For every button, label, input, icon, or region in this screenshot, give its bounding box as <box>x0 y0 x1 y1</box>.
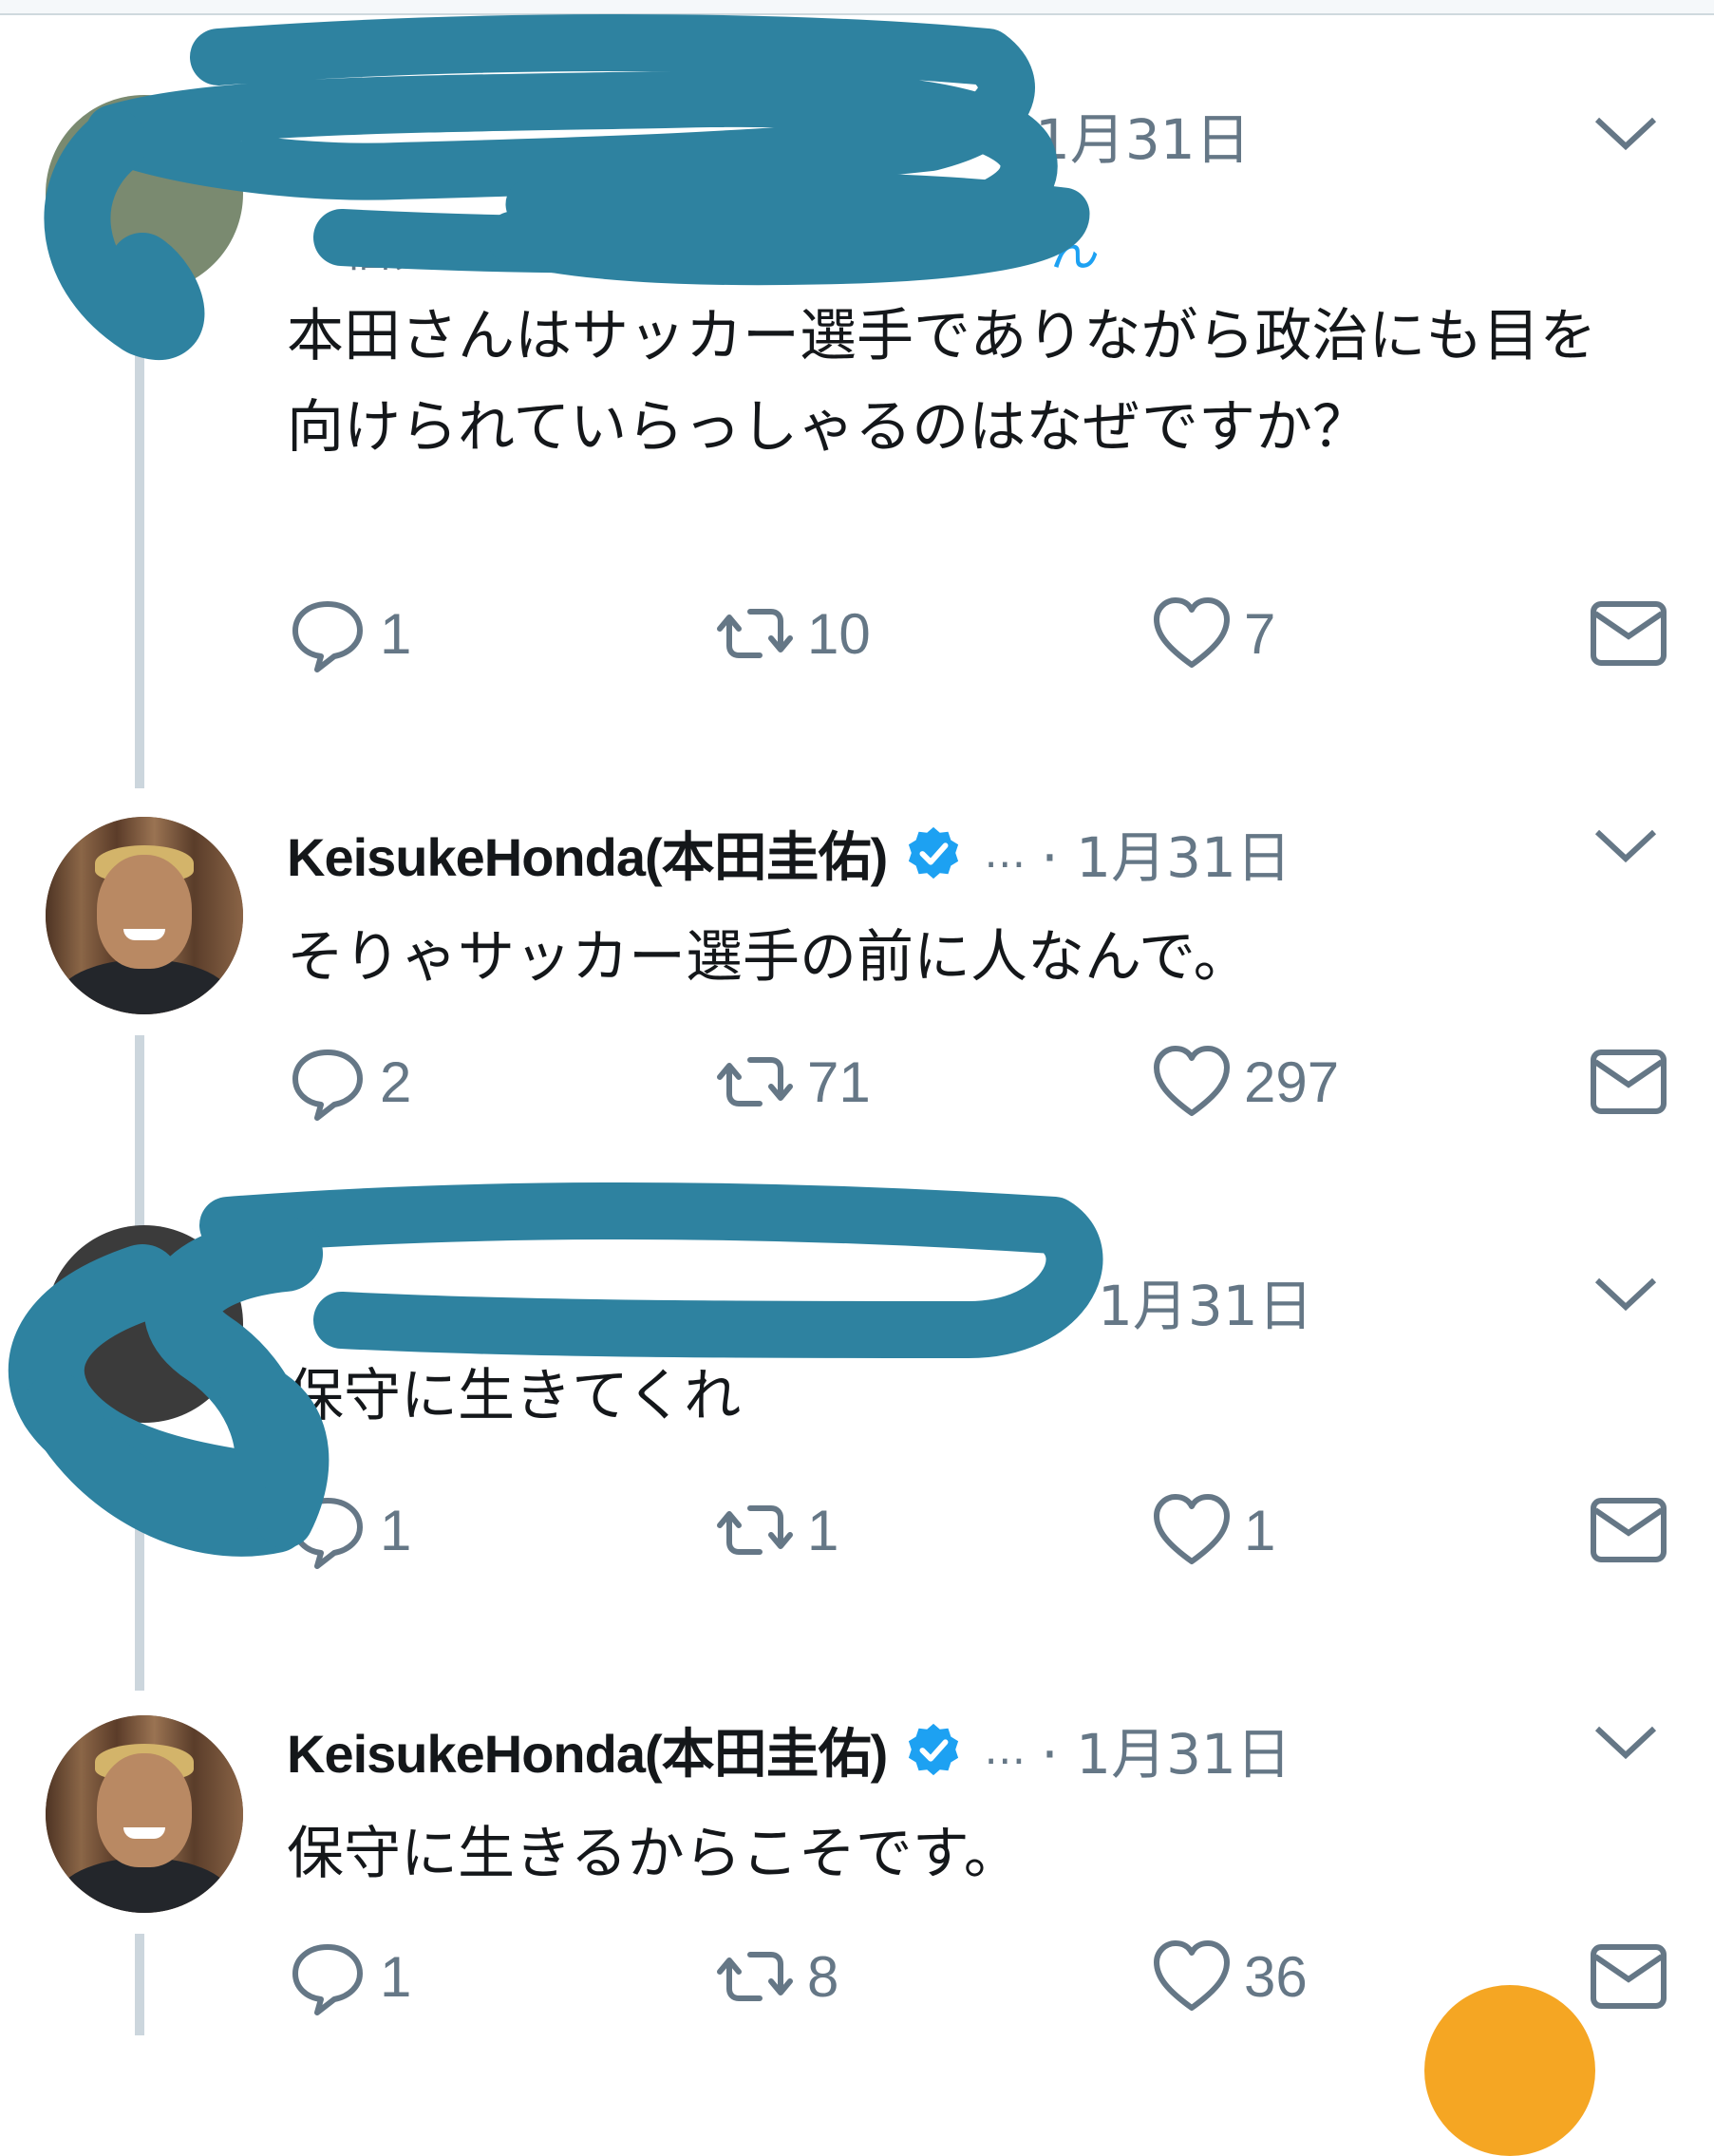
heart-icon <box>1154 1046 1230 1116</box>
tweet-date[interactable]: · 1月31日 <box>1041 813 1291 893</box>
avatar[interactable] <box>46 1225 243 1423</box>
tweet-text: 保守に生きてくれ <box>287 1363 742 1429</box>
like-button[interactable]: 297 <box>1149 1039 1339 1125</box>
retweet-count: 71 <box>807 1050 871 1114</box>
retweet-arrows-icon <box>717 1952 793 2001</box>
tweet-header: KeisukeHonda(本田圭佑) … · 1月31日 <box>287 815 1291 891</box>
chevron-down-icon[interactable] <box>1588 95 1664 171</box>
like-count: 1 <box>1244 1498 1276 1562</box>
speech-bubble-icon <box>292 1944 363 2015</box>
chevron-down-icon[interactable] <box>1588 1256 1664 1332</box>
tweet-actions: 1 1 1 <box>285 1487 1671 1573</box>
retweet-arrows-icon <box>717 1057 793 1106</box>
reply-button[interactable]: 2 <box>285 1039 411 1125</box>
retweet-button[interactable]: 71 <box>712 1039 871 1125</box>
heart-icon <box>1154 1940 1230 2011</box>
more-dots: … <box>984 1725 1027 1774</box>
tweet-date[interactable]: 1月31日 <box>1098 1263 1313 1339</box>
tweet-actions: 1 10 7 <box>285 591 1671 676</box>
retweet-button[interactable]: 10 <box>712 591 871 676</box>
dm-button[interactable] <box>1586 1934 1671 2019</box>
retweet-button[interactable]: 8 <box>712 1934 838 2019</box>
speech-bubble-icon <box>292 601 363 672</box>
avatar[interactable] <box>46 95 243 293</box>
thread-line <box>135 285 144 788</box>
thread-line <box>135 1934 144 2035</box>
replying-to: 信先 ん <box>287 209 1100 278</box>
dm-button[interactable] <box>1586 591 1671 676</box>
heart-icon <box>1154 597 1230 668</box>
replying-to-handle[interactable]: ん <box>1050 221 1100 278</box>
retweet-count: 8 <box>807 1944 839 2009</box>
reply-button[interactable]: 1 <box>285 1934 411 2019</box>
more-dots: … <box>984 828 1027 878</box>
reply-button[interactable]: 1 <box>285 1487 411 1573</box>
envelope-icon <box>1591 1050 1667 1114</box>
thread-line <box>135 1425 144 1691</box>
reply-button[interactable]: 1 <box>285 591 411 676</box>
verified-badge-icon <box>909 1723 959 1776</box>
tweet-text: そりゃサッカー選手の前に人なんで。 <box>287 924 1251 991</box>
tweet-text: 本田さんはサッカー選手でありながら政治にも目を向けられていらっしゃるのはなぜです… <box>287 303 1597 461</box>
like-button[interactable]: 36 <box>1149 1934 1308 2019</box>
like-button[interactable]: 7 <box>1149 591 1275 676</box>
retweet-count: 10 <box>807 601 871 666</box>
chevron-down-icon[interactable] <box>1588 807 1664 883</box>
avatar[interactable] <box>46 817 243 1014</box>
heart-icon <box>1154 1494 1230 1564</box>
reply-count: 1 <box>380 1944 412 2009</box>
envelope-icon <box>1591 601 1667 666</box>
tweet-date[interactable]: 1月31日 <box>1035 97 1251 173</box>
dm-button[interactable] <box>1586 1039 1671 1125</box>
tweet-text: 保守に生きるからこそです。 <box>287 1821 1021 1887</box>
tweet-actions: 2 71 297 <box>285 1039 1671 1125</box>
retweet-arrows-icon <box>717 1505 793 1555</box>
display-name[interactable]: KeisukeHonda(本田圭佑) <box>287 815 888 892</box>
tweet-date[interactable]: · 1月31日 <box>1041 1710 1291 1789</box>
tweet-header: KeisukeHonda(本田圭佑) … · 1月31日 <box>287 1712 1291 1787</box>
top-bar <box>0 0 1714 15</box>
dm-button[interactable] <box>1586 1487 1671 1573</box>
avatar[interactable] <box>46 1715 243 1913</box>
verified-badge-icon <box>909 826 959 879</box>
replying-to-label: 信先 <box>344 221 443 278</box>
speech-bubble-icon <box>292 1050 363 1121</box>
like-button[interactable]: 1 <box>1149 1487 1275 1573</box>
display-name[interactable]: KeisukeHonda(本田圭佑) <box>287 1712 888 1788</box>
envelope-icon <box>1591 1498 1667 1562</box>
reply-count: 1 <box>380 1498 412 1562</box>
compose-fab[interactable] <box>1424 1985 1595 2156</box>
like-count: 297 <box>1244 1050 1340 1114</box>
reply-count: 1 <box>380 601 412 666</box>
like-count: 36 <box>1244 1944 1308 2009</box>
retweet-button[interactable]: 1 <box>712 1487 838 1573</box>
chevron-down-icon[interactable] <box>1588 1704 1664 1780</box>
envelope-icon <box>1591 1944 1667 2009</box>
like-count: 7 <box>1244 601 1276 666</box>
retweet-arrows-icon <box>717 609 793 658</box>
reply-count: 2 <box>380 1050 412 1114</box>
speech-bubble-icon <box>292 1498 363 1569</box>
retweet-count: 1 <box>807 1498 839 1562</box>
